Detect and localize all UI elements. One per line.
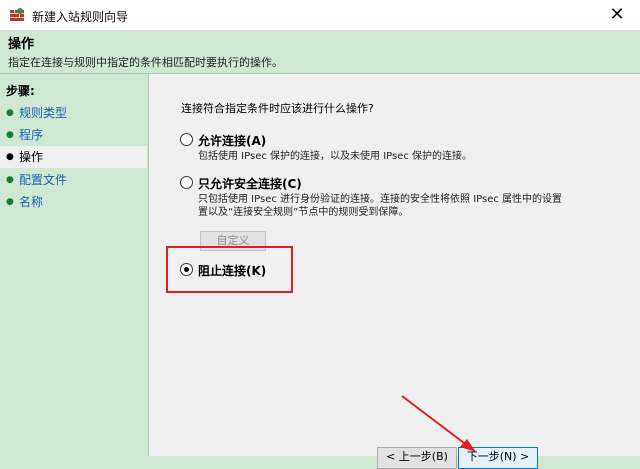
close-button[interactable]: ✕ xyxy=(594,0,640,30)
title-bar: 新建入站规则向导 ✕ xyxy=(0,0,640,31)
step-bullet-icon: ● xyxy=(6,152,14,162)
step-rule-type[interactable]: ● 规则类型 xyxy=(0,102,147,124)
steps-title: 步骤: xyxy=(6,84,35,98)
page-title: 操作 xyxy=(8,37,35,52)
allow-secure-desc-line1: 只包括使用 IPsec 进行身份验证的连接。连接的安全性将依照 IPsec 属性… xyxy=(198,194,563,205)
steps-sidebar: 步骤: ● 规则类型 ● 程序 ● 操作 ● 配置文件 ● 名称 xyxy=(0,74,149,456)
step-program[interactable]: ● 程序 xyxy=(0,124,147,146)
action-question: 连接符合指定条件时应该进行什么操作? xyxy=(181,102,374,115)
window-title: 新建入站规则向导 xyxy=(32,10,129,24)
step-profile[interactable]: ● 配置文件 xyxy=(0,169,147,191)
step-bullet-icon: ● xyxy=(6,130,14,140)
back-button[interactable]: < 上一步(B) xyxy=(377,447,457,469)
step-action[interactable]: ● 操作 xyxy=(0,146,147,168)
step-label: 配置文件 xyxy=(19,173,68,187)
step-bullet-icon: ● xyxy=(6,197,14,207)
allow-secure-desc-line2: 置以及“连接安全规则”节点中的规则受到保障。 xyxy=(198,207,409,218)
step-bullet-icon: ● xyxy=(6,108,14,118)
step-label: 操作 xyxy=(19,150,44,164)
annotation-highlight-box xyxy=(166,246,293,293)
close-icon: ✕ xyxy=(609,4,625,25)
firewall-icon xyxy=(10,8,24,21)
wizard-header: 操作 指定在连接与规则中指定的条件相匹配时要执行的操作。 xyxy=(0,31,640,74)
step-name[interactable]: ● 名称 xyxy=(0,191,147,213)
allow-connection-label: 允许连接(A) xyxy=(198,134,267,148)
step-label: 程序 xyxy=(19,128,44,142)
step-label: 规则类型 xyxy=(19,106,68,120)
allow-secure-radio[interactable] xyxy=(180,176,193,189)
allow-connection-radio[interactable] xyxy=(180,133,193,146)
allow-connection-desc: 包括使用 IPsec 保护的连接，以及未使用 IPsec 保护的连接。 xyxy=(198,151,473,162)
page-description: 指定在连接与规则中指定的条件相匹配时要执行的操作。 xyxy=(8,56,283,69)
step-label: 名称 xyxy=(19,195,44,209)
next-button[interactable]: 下一步(N) > xyxy=(458,447,538,469)
allow-secure-label: 只允许安全连接(C) xyxy=(198,177,302,191)
step-bullet-icon: ● xyxy=(6,175,14,185)
